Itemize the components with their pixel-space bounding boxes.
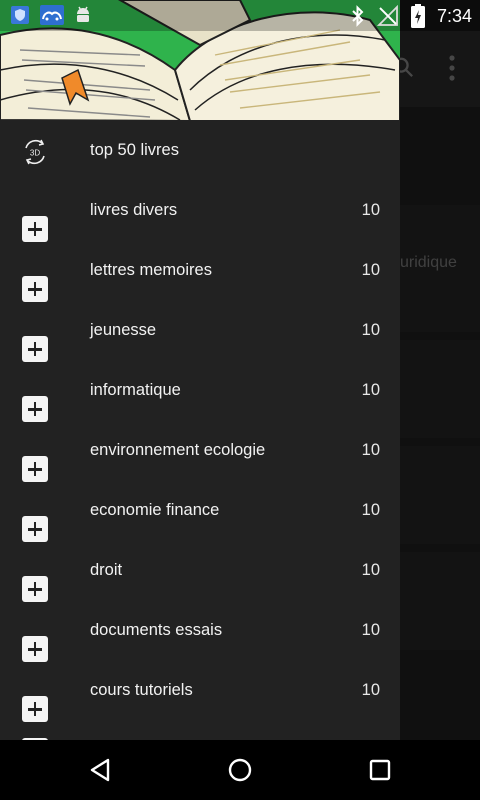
drawer-list: 3D top 50 livres livres divers 10 lettre… [0,121,400,722]
drawer-item-lettres-memoires[interactable]: lettres memoires 10 [0,241,400,302]
plus-icon [22,576,48,602]
drawer-item-label: livres divers [90,201,178,219]
drawer-item-informatique[interactable]: informatique 10 [0,361,400,422]
drawer-item-count: 10 [361,621,380,639]
drawer-item-label: environnement ecologie [90,441,266,459]
plus-icon-partial [22,738,48,740]
plus-icon [22,276,48,302]
navigation-drawer: 3D top 50 livres livres divers 10 lettre… [0,0,400,740]
drawer-item-count: 10 [361,261,380,279]
bluetooth-icon [352,5,364,27]
drawer-item-documents-essais[interactable]: documents essais 10 [0,601,400,662]
drawer-item-count: 10 [361,681,380,699]
plus-icon [22,516,48,542]
battery-charging-icon [410,4,425,28]
drawer-item-top-50[interactable]: 3D top 50 livres [0,121,400,181]
svg-text:3D: 3D [30,149,40,158]
drawer-item-count: 10 [361,381,380,399]
back-icon[interactable] [86,755,116,785]
recents-icon[interactable] [365,755,395,785]
drawer-item-count: 10 [361,201,380,219]
shield-app-icon [11,6,29,24]
drawer-item-count: 10 [361,501,380,519]
drawer-item-label: jeunesse [90,321,157,339]
drawer-item-economie-finance[interactable]: economie finance 10 [0,481,400,542]
drawer-item-label: top 50 livres [90,141,179,159]
cloud-sync-icon [40,5,64,25]
drawer-item-label: informatique [90,381,181,399]
drawer-item-count: 10 [361,321,380,339]
drawer-item-label: cours tutoriels [90,681,193,699]
status-time: 7:34 [436,5,472,26]
plus-icon [22,336,48,362]
no-signal-icon [376,5,398,26]
drawer-item-count: 10 [361,561,380,579]
drawer-item-cours-tutoriels[interactable]: cours tutoriels 10 [0,661,400,722]
drawer-item-count: 10 [361,441,380,459]
status-bar: 7:34 [0,0,480,31]
drawer-item-label: lettres memoires [90,261,212,279]
drawer-item-label: documents essais [90,621,223,639]
drawer-item-jeunesse[interactable]: jeunesse 10 [0,301,400,362]
plus-icon [22,696,48,722]
home-icon[interactable] [225,755,255,785]
plus-icon [22,396,48,422]
3d-rotate-icon: 3D [25,139,45,165]
drawer-item-label: droit [90,561,123,579]
system-nav-bar [0,740,480,800]
android-debug-icon [77,6,89,22]
drawer-item-label: economie finance [90,501,220,519]
drawer-item-livres-divers[interactable]: livres divers 10 [0,181,400,242]
plus-icon [22,216,48,242]
drawer-item-environnement-ecologie[interactable]: environnement ecologie 10 [0,421,400,482]
plus-icon [22,636,48,662]
drawer-item-droit[interactable]: droit 10 [0,541,400,602]
plus-icon [22,456,48,482]
